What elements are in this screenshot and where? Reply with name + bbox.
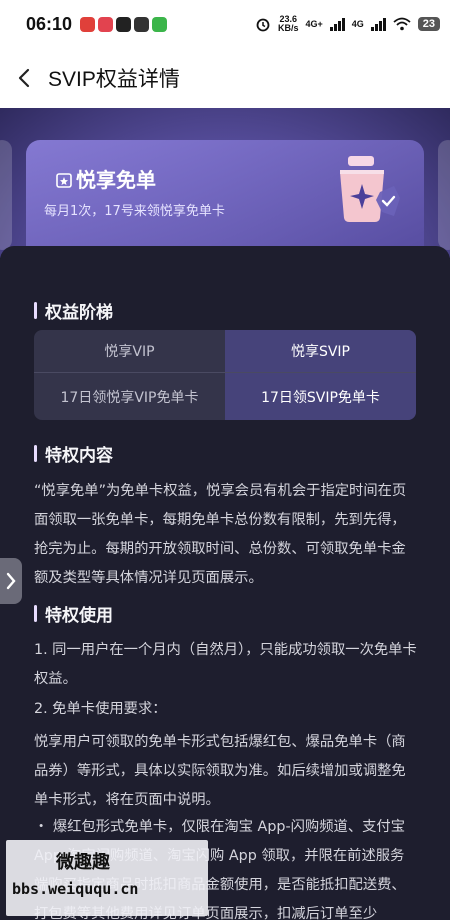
status-time: 06:10 (26, 13, 73, 34)
usage-item-2: 2. 免单卡使用要求： (34, 701, 167, 717)
notification-app-icon (152, 16, 168, 32)
notification-app-icon (80, 16, 96, 32)
usage-item-1: 1. 同一用户在一个月内（自然月），只能成功领取一次免单卡权益。 (34, 642, 417, 687)
section-ladder-heading: 权益阶梯 (34, 298, 113, 323)
back-button[interactable] (2, 55, 48, 101)
alarm-icon (256, 18, 270, 32)
tier-table: 悦享VIP 悦享SVIP 17日领悦享VIP免单卡 17日领SVIP免单卡 (34, 330, 416, 420)
crown-bag-icon (56, 172, 72, 188)
section-usage-title: 特权使用 (45, 606, 113, 626)
tier-header-vip: 悦享VIP (104, 344, 155, 360)
next-card-peek[interactable] (438, 140, 450, 250)
section-marker (34, 302, 37, 319)
tier-cell-vip: 17日领悦享VIP免单卡 (34, 372, 225, 420)
section-usage-heading: 特权使用 (34, 601, 113, 626)
section-marker (34, 605, 37, 622)
network-type-1: 4G+ (305, 19, 323, 29)
watermark-line-1: 微趣趣 (56, 852, 110, 873)
notification-app-icon (116, 16, 132, 32)
wifi-icon (393, 17, 411, 31)
cup-star-icon (340, 156, 400, 222)
notification-app-icon (98, 16, 114, 32)
page-title: SVIP权益详情 (48, 68, 180, 91)
benefit-card-subtitle: 每月1次，17号来领悦享免单卡 (44, 204, 225, 219)
benefit-card[interactable]: 悦享免单 每月1次，17号来领悦享免单卡 (26, 140, 424, 258)
battery-indicator: 23 (417, 17, 440, 31)
network-type-2: 4G (351, 19, 364, 29)
watermark-line-2: bbs.weiququ.cn (12, 880, 139, 898)
side-expand-handle[interactable] (0, 558, 22, 604)
section-marker (34, 445, 37, 462)
app-header: SVIP权益详情 (0, 48, 450, 108)
notification-icons (80, 16, 168, 32)
signal-icon (329, 17, 345, 31)
prev-card-peek[interactable] (0, 140, 12, 250)
tier-header-svip: 悦享SVIP (225, 330, 416, 372)
section-content-heading: 特权内容 (34, 441, 113, 466)
watermark-overlay: 微趣趣 bbs.weiququ.cn (6, 840, 208, 916)
net-speed: 23.6 KB/s (278, 15, 299, 33)
net-speed-unit: KB/s (277, 23, 299, 33)
usage-item-2-desc: 悦享用户可领取的免单卡形式包括爆红包、爆品免单卡（商品券）等形式，具体以实际领取… (34, 734, 406, 808)
tier-cell-svip: 17日领SVIP免单卡 (225, 372, 416, 420)
signal-icon (370, 17, 386, 31)
details-panel: 权益阶梯 悦享VIP 悦享SVIP 17日领悦享VIP免单卡 17日领SVIP免… (0, 246, 450, 920)
chevron-right-icon (6, 572, 16, 590)
status-bar: 06:10 23.6 KB/s 4G+ 4G 23 (0, 0, 450, 48)
benefit-card-title-text: 悦享免单 (76, 168, 156, 192)
benefit-card-title: 悦享免单 (56, 164, 156, 193)
benefit-banner: 悦享免单 每月1次，17号来领悦享免单卡 (0, 108, 450, 258)
status-right: 23.6 KB/s 4G+ 4G 23 (255, 15, 440, 33)
section-ladder-title: 权益阶梯 (45, 303, 113, 323)
notification-app-icon (134, 16, 150, 32)
section-content-title: 特权内容 (45, 446, 113, 466)
chevron-left-icon (18, 68, 30, 88)
content-description: “悦享免单”为免单卡权益，悦享会员有机会于指定时间在页面领取一张免单卡，每期免单… (34, 483, 407, 586)
